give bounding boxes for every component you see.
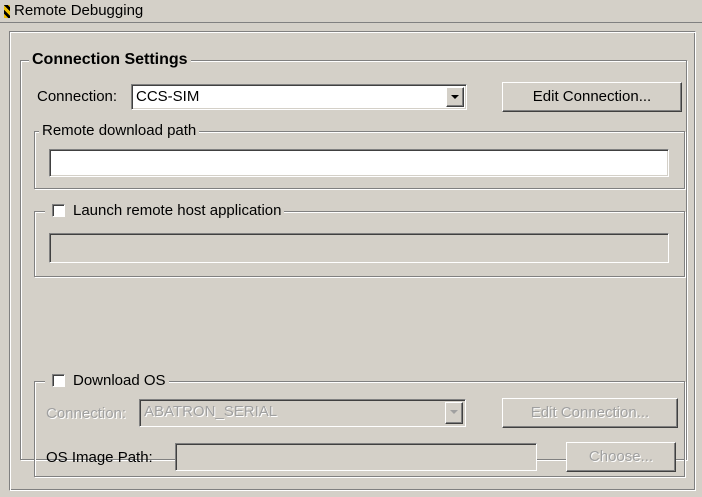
- os-connection-label: Connection:: [46, 405, 127, 422]
- os-connection-select-value: ABATRON_SERIAL: [144, 403, 278, 420]
- connection-label: Connection:: [37, 88, 118, 105]
- chevron-down-icon: [450, 410, 458, 414]
- connection-select[interactable]: CCS-SIM: [131, 84, 467, 110]
- download-os-checkbox[interactable]: [52, 374, 65, 387]
- os-edit-connection-button: Edit Connection...: [502, 398, 678, 428]
- connection-select-value: CCS-SIM: [136, 88, 200, 105]
- app-icon: [4, 5, 10, 18]
- os-connection-dropdown-button: [445, 402, 463, 424]
- remote-download-legend: Remote download path: [39, 122, 200, 140]
- os-image-path-input: [175, 443, 537, 471]
- connection-dropdown-button[interactable]: [446, 87, 464, 107]
- window-title: Remote Debugging: [14, 2, 144, 19]
- chevron-down-icon: [451, 95, 459, 99]
- os-connection-select: ABATRON_SERIAL: [139, 399, 466, 427]
- download-os-label: Download OS: [73, 372, 166, 389]
- choose-button: Choose...: [566, 442, 676, 472]
- remote-host-app-input: [49, 233, 669, 263]
- edit-connection-button[interactable]: Edit Connection...: [502, 82, 682, 112]
- connection-settings-legend: Connection Settings: [29, 51, 191, 69]
- launch-remote-checkbox[interactable]: [52, 204, 65, 217]
- remote-download-path-input[interactable]: [49, 149, 669, 177]
- launch-remote-label: Launch remote host application: [73, 202, 282, 219]
- title-bar: Remote Debugging: [0, 0, 702, 23]
- launch-remote-legend: Launch remote host application: [45, 202, 285, 220]
- os-image-path-label: OS Image Path:: [46, 449, 153, 466]
